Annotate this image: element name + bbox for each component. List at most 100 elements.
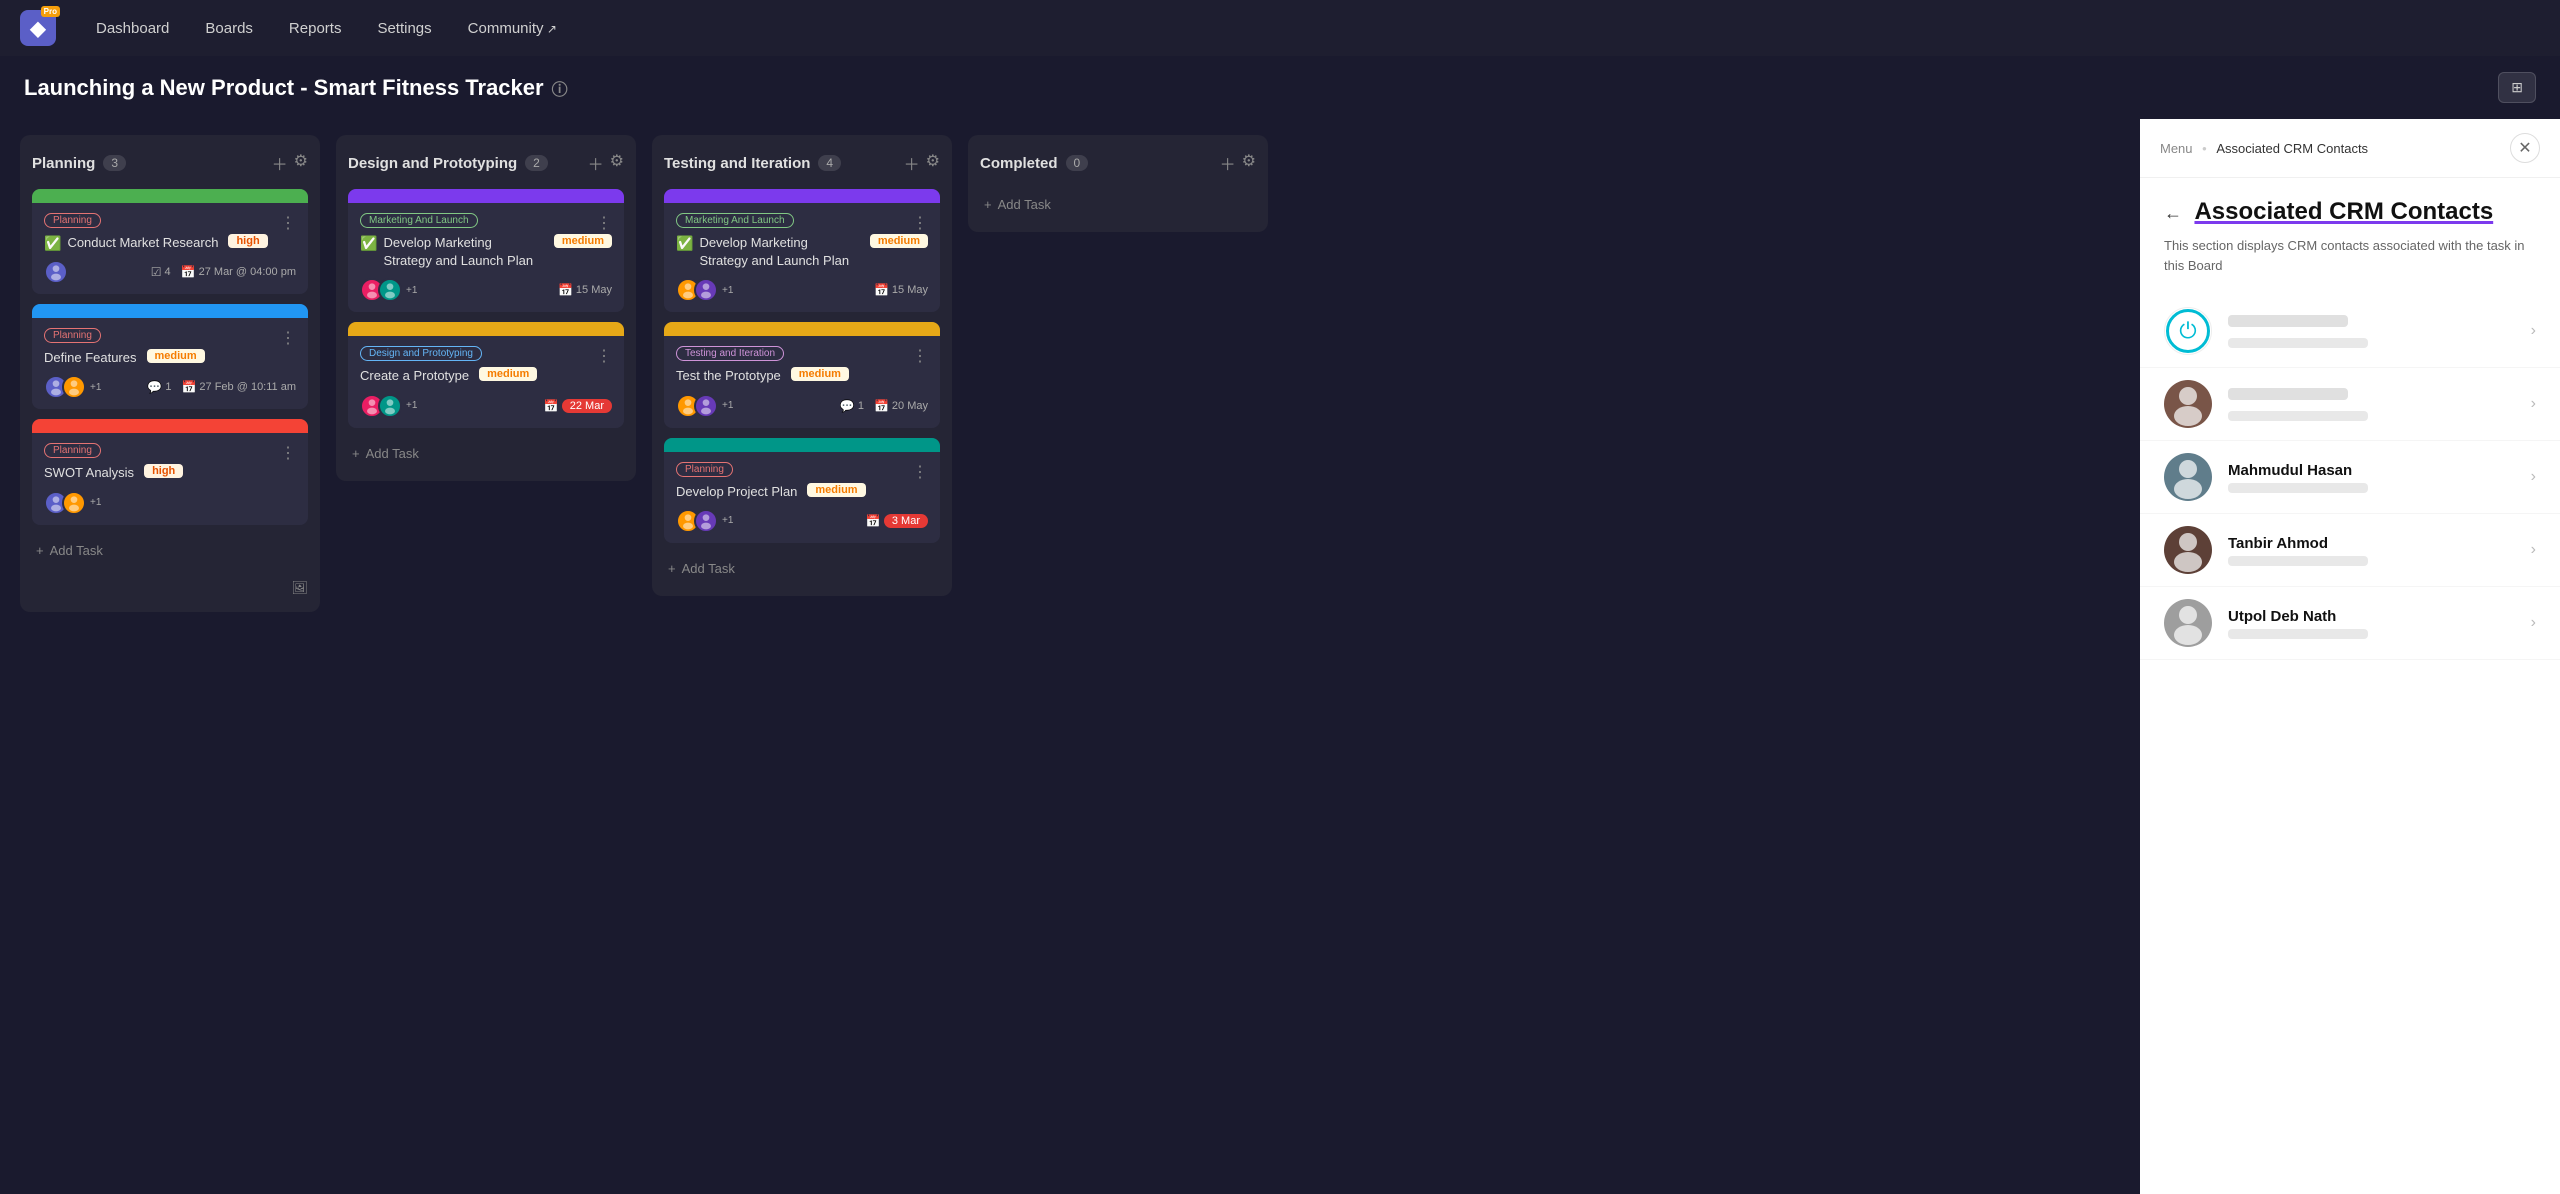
card-banner — [348, 322, 624, 336]
contact-info-2: Mahmudul Hasan — [2228, 462, 2531, 493]
card-testing-2[interactable]: Planning ⋮ Develop Project Plan medium — [664, 438, 940, 543]
card-menu-icon[interactable]: ⋮ — [912, 346, 928, 366]
priority-badge: high — [144, 464, 183, 478]
card-menu-icon[interactable]: ⋮ — [280, 213, 296, 233]
contact-item-4[interactable]: Utpol Deb Nath › — [2140, 587, 2560, 660]
column-title-group: Design and Prototyping 2 — [348, 155, 548, 172]
priority-badge: high — [228, 234, 267, 248]
logo-icon: ◆ — [30, 16, 45, 41]
settings-column-icon[interactable]: ⚙ — [610, 151, 624, 175]
card-tag: Testing and Iteration — [676, 346, 784, 361]
contact-name-3: Tanbir Ahmod — [2228, 535, 2531, 552]
card-body: Planning ⋮ Define Features medium — [32, 318, 308, 409]
app-logo[interactable]: ◆ Pro — [20, 10, 56, 46]
add-task-button-testing[interactable]: + Add Task — [664, 553, 940, 584]
add-column-icon[interactable]: ＋ — [272, 151, 288, 175]
info-icon[interactable]: ⓘ — [552, 76, 568, 100]
card-testing-0[interactable]: Marketing And Launch ⋮ ✅ Develop Marketi… — [664, 189, 940, 312]
date-badge: 22 Mar — [562, 399, 612, 413]
nav-settings[interactable]: Settings — [361, 12, 447, 45]
panel-topbar: Menu • Associated CRM Contacts ✕ — [2140, 119, 2560, 178]
nav-reports[interactable]: Reports — [273, 12, 358, 45]
contact-item-3[interactable]: Tanbir Ahmod › — [2140, 514, 2560, 587]
chevron-right-icon: › — [2531, 322, 2536, 340]
card-body: Planning ⋮ SWOT Analysis high — [32, 433, 308, 524]
add-task-label: Add Task — [998, 197, 1051, 212]
crm-power-icon: ⏻ — [2166, 309, 2210, 353]
nav-links: Dashboard Boards Reports Settings Commun… — [80, 12, 573, 45]
card-title-row: Define Features medium — [44, 349, 296, 367]
nav-dashboard[interactable]: Dashboard — [80, 12, 185, 45]
card-footer: +1 📅 15 May — [676, 278, 928, 302]
card-design-1[interactable]: Design and Prototyping ⋮ Create a Protot… — [348, 322, 624, 427]
settings-column-icon[interactable]: ⚙ — [294, 151, 308, 175]
card-testing-1[interactable]: Testing and Iteration ⋮ Test the Prototy… — [664, 322, 940, 427]
comment-icon: 💬 — [147, 380, 162, 394]
avatar-count: +1 — [722, 285, 733, 296]
tasks-meta: ☑4 — [151, 265, 171, 279]
card-menu-icon[interactable]: ⋮ — [596, 213, 612, 233]
screenshot-btn[interactable]: 🖼 — [32, 576, 308, 600]
plus-icon: + — [984, 197, 992, 212]
column-testing: Testing and Iteration 4 ＋ ⚙ Marketing An… — [652, 135, 952, 596]
contact-detail-2 — [2228, 483, 2368, 493]
add-task-button-planning[interactable]: + Add Task — [32, 535, 308, 566]
card-menu-icon[interactable]: ⋮ — [280, 443, 296, 463]
card-title-row: ✅ Develop Marketing Strategy and Launch … — [676, 234, 928, 270]
nav-boards[interactable]: Boards — [189, 12, 269, 45]
board-area: Planning 3 ＋ ⚙ Planning ⋮ ✅ Conduct Mark… — [0, 119, 2560, 1194]
contact-item-2[interactable]: Mahmudul Hasan › — [2140, 441, 2560, 514]
add-task-button-completed[interactable]: + Add Task — [980, 189, 1256, 220]
card-design-0[interactable]: Marketing And Launch ⋮ ✅ Develop Marketi… — [348, 189, 624, 312]
column-header-planning: Planning 3 ＋ ⚙ — [32, 147, 308, 179]
add-column-icon[interactable]: ＋ — [588, 151, 604, 175]
contact-item-1[interactable]: › — [2140, 368, 2560, 441]
card-title: Conduct Market Research — [67, 234, 218, 252]
nav-community[interactable]: Community — [452, 12, 573, 45]
chevron-right-icon: › — [2531, 541, 2536, 559]
contact-item-0[interactable]: ⏻ › — [2140, 295, 2560, 368]
date-meta: 📅 27 Feb @ 10:11 am — [181, 380, 296, 394]
card-menu-icon[interactable]: ⋮ — [280, 328, 296, 348]
column-header-completed: Completed 0 ＋ ⚙ — [980, 147, 1256, 179]
contact-avatar-2 — [2164, 453, 2212, 501]
panel-back-button[interactable]: ← — [2164, 203, 2182, 223]
chevron-right-icon: › — [2531, 468, 2536, 486]
add-task-button-design[interactable]: + Add Task — [348, 438, 624, 469]
chevron-right-icon: › — [2531, 614, 2536, 632]
add-task-label: Add Task — [50, 543, 103, 558]
settings-column-icon[interactable]: ⚙ — [926, 151, 940, 175]
card-banner — [32, 189, 308, 203]
contact-name-4: Utpol Deb Nath — [2228, 608, 2531, 625]
card-tag: Design and Prototyping — [360, 346, 482, 361]
card-planning-0[interactable]: Planning ⋮ ✅ Conduct Market Research hig… — [32, 189, 308, 294]
contact-avatar-1 — [2164, 380, 2212, 428]
card-planning-2[interactable]: Planning ⋮ SWOT Analysis high — [32, 419, 308, 524]
card-tag: Planning — [676, 462, 733, 477]
card-avatars — [44, 260, 68, 284]
card-avatars: +1 — [676, 278, 733, 302]
add-column-icon[interactable]: ＋ — [904, 151, 920, 175]
add-task-label: Add Task — [366, 446, 419, 461]
tasks-icon: ☑ — [151, 265, 162, 279]
card-body: Planning ⋮ ✅ Conduct Market Research hig… — [32, 203, 308, 294]
card-planning-1[interactable]: Planning ⋮ Define Features medium — [32, 304, 308, 409]
column-count: 3 — [103, 155, 126, 171]
plus-icon: + — [352, 446, 360, 461]
columns-wrapper: Planning 3 ＋ ⚙ Planning ⋮ ✅ Conduct Mark… — [0, 119, 2140, 1194]
card-menu-icon[interactable]: ⋮ — [596, 346, 612, 366]
avatar-2 — [62, 375, 86, 399]
add-column-icon[interactable]: ＋ — [1220, 151, 1236, 175]
breadcrumb-menu: Menu — [2160, 141, 2193, 156]
date-text: 20 May — [892, 400, 928, 412]
panel-close-button[interactable]: ✕ — [2510, 133, 2540, 163]
card-meta: 📅 15 May — [558, 283, 612, 297]
column-header-testing: Testing and Iteration 4 ＋ ⚙ — [664, 147, 940, 179]
avatar-count: +1 — [722, 515, 733, 526]
settings-column-icon[interactable]: ⚙ — [1242, 151, 1256, 175]
card-menu-icon[interactable]: ⋮ — [912, 213, 928, 233]
column-actions: ＋ ⚙ — [272, 151, 308, 175]
column-planning: Planning 3 ＋ ⚙ Planning ⋮ ✅ Conduct Mark… — [20, 135, 320, 612]
view-toggle-button[interactable]: ⊞ — [2498, 72, 2536, 103]
card-menu-icon[interactable]: ⋮ — [912, 462, 928, 482]
